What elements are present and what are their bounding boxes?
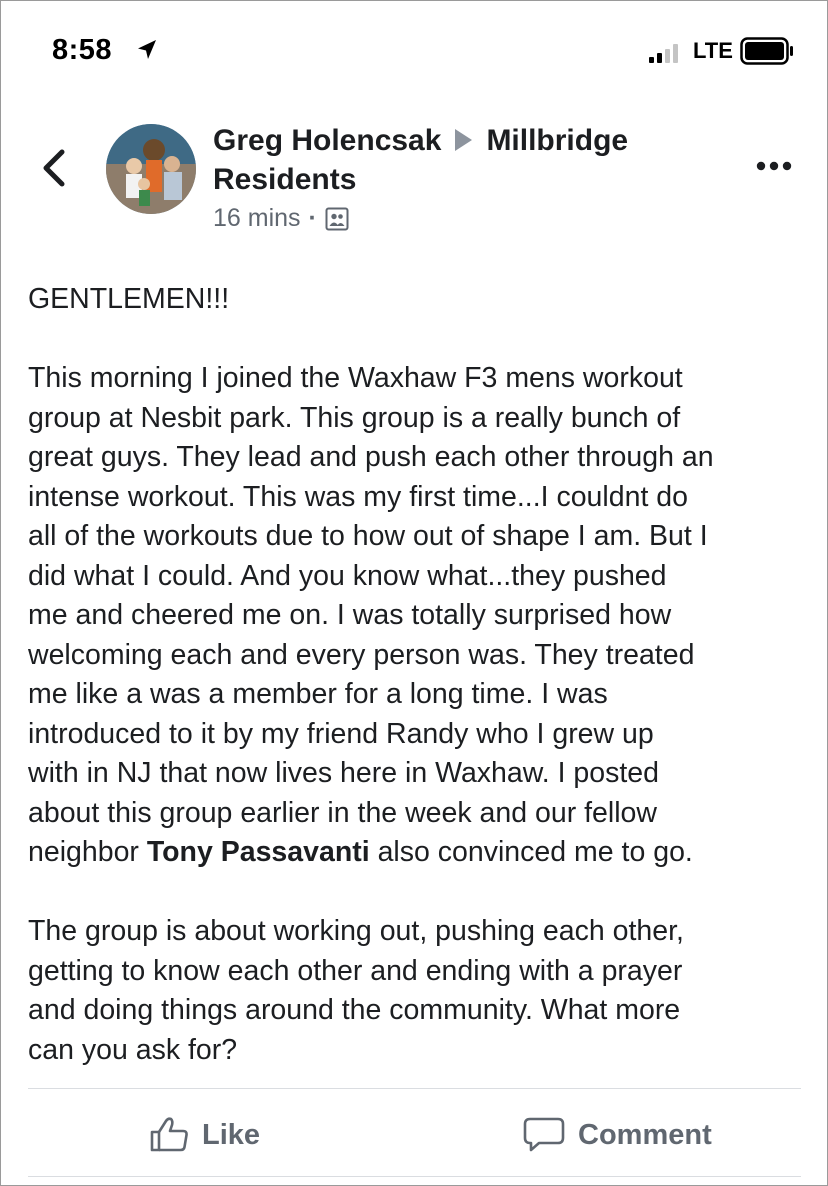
comment-icon <box>523 1117 565 1152</box>
text-line: about this group earlier in the week and… <box>28 796 657 829</box>
text-line: getting to know each other and ending wi… <box>28 954 683 987</box>
network-type: LTE <box>693 38 733 63</box>
avatar[interactable] <box>106 124 196 214</box>
signal-strength-icon <box>649 44 678 63</box>
text-line: and doing things around the community. W… <box>28 994 681 1026</box>
text-line: me and cheered me on. I was totally surp… <box>28 599 672 631</box>
text-line: me like a was a member for a long time. … <box>28 678 608 710</box>
text-line: all of the workouts due to how out of sh… <box>28 520 708 552</box>
thumbs-up-icon <box>150 1117 188 1152</box>
post-paragraph-1: This morning I joined the Waxhaw F3 mens… <box>28 359 808 873</box>
text-line: with in NJ that now lives here in Waxhaw… <box>28 757 659 789</box>
battery-icon <box>740 37 793 65</box>
post-timestamp[interactable]: 16 mins <box>213 204 301 233</box>
text-line: great guys. They lead and push each othe… <box>28 441 714 473</box>
text-line: The group is about working out, pushing … <box>28 915 684 947</box>
post-heading: GENTLEMEN!!! <box>28 283 230 315</box>
text-line-suffix: also convinced me to go. <box>369 836 693 868</box>
text-line: introduced to it by my friend Randy who … <box>28 717 654 750</box>
like-button[interactable]: Like <box>150 1113 260 1157</box>
post-meta: 16 mins · <box>213 204 349 233</box>
text-line: can you ask for? <box>28 1033 238 1066</box>
like-label: Like <box>202 1118 261 1151</box>
text-line: did what I could. And you know what...th… <box>28 559 667 592</box>
arrow-right-icon <box>455 129 473 151</box>
post-body: GENTLEMEN!!! This morning I joined the W… <box>28 280 808 1070</box>
text-line: intense workout. This was my first time.… <box>28 480 688 513</box>
mention-link[interactable]: Tony Passavanti <box>147 836 370 868</box>
status-time: 8:58 <box>52 34 113 66</box>
text-line: welcoming each and every person was. The… <box>28 638 695 671</box>
action-bar-divider-top <box>28 1088 801 1089</box>
text-line-prefix: neighbor <box>28 836 147 868</box>
text-line: group at Nesbit park. This group is a re… <box>28 401 681 434</box>
group-icon <box>325 207 349 230</box>
author-name[interactable]: Greg Holencsak <box>213 124 441 157</box>
comment-button[interactable]: Comment <box>522 1113 712 1157</box>
meta-separator: · <box>308 204 317 232</box>
action-bar-divider-bottom <box>28 1176 801 1177</box>
more-options-icon[interactable] <box>754 158 794 174</box>
post-header-title: Greg Holencsak Millbridge Residents <box>213 121 713 199</box>
post-paragraph-2: The group is about working out, pushing … <box>28 912 808 1070</box>
text-line: This morning I joined the Waxhaw F3 mens… <box>28 362 683 394</box>
back-chevron-icon[interactable] <box>36 146 72 190</box>
comment-label: Comment <box>578 1118 712 1151</box>
location-arrow-icon <box>138 40 156 59</box>
